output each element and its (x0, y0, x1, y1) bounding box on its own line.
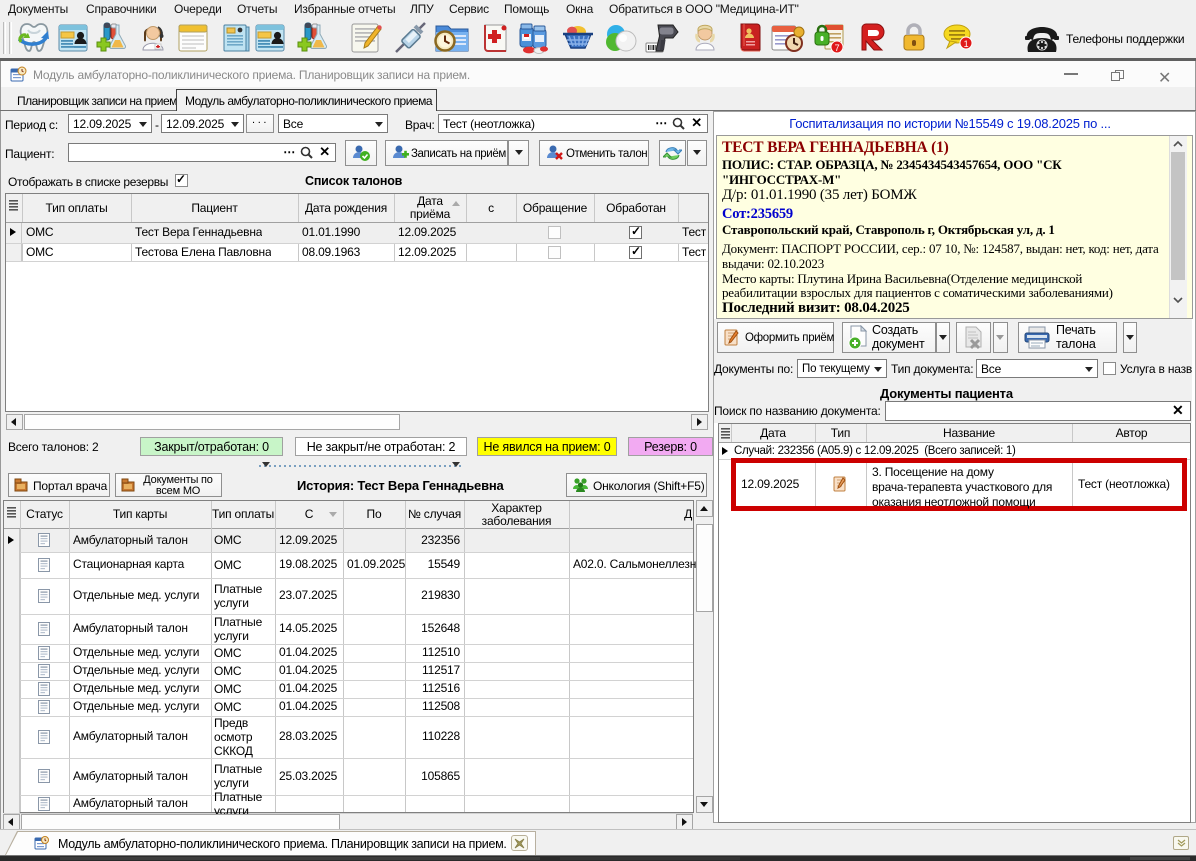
svg-text:7: 7 (835, 43, 840, 53)
svg-text:1: 1 (964, 39, 969, 49)
